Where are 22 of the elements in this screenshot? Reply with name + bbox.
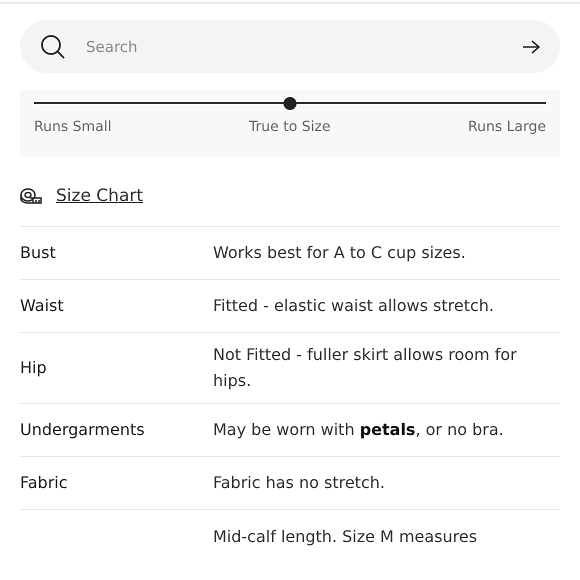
detail-label: Bust bbox=[20, 242, 57, 264]
size-chart-link[interactable]: Size Chart bbox=[56, 186, 144, 206]
detail-label: Waist bbox=[20, 295, 65, 317]
arrow-right-icon[interactable] bbox=[522, 40, 540, 54]
detail-label: Undergarments bbox=[20, 419, 146, 441]
detail-value: Fabric has no stretch. bbox=[213, 472, 386, 494]
fit-label: Runs Small bbox=[34, 119, 112, 135]
detail-label: Fabric bbox=[20, 472, 69, 494]
detail-value: Mid-calf length. Size M measures bbox=[213, 526, 478, 548]
fit-slider[interactable] bbox=[34, 97, 546, 109]
detail-value: May be worn with petals, or no bra. bbox=[213, 419, 505, 441]
search-icon bbox=[40, 34, 66, 60]
detail-value: Fitted - elastic waist allows stretch. bbox=[213, 295, 496, 317]
tape-measure-icon bbox=[20, 187, 42, 205]
slider-thumb[interactable] bbox=[284, 97, 296, 110]
fit-label: True to Size bbox=[249, 119, 330, 135]
search-field[interactable]: Search bbox=[20, 20, 560, 73]
fit-label: Runs Large bbox=[468, 119, 546, 135]
detail-value: Not Fitted - fuller skirt allows room for hips. bbox=[213, 344, 518, 392]
search-input[interactable]: Search bbox=[84, 36, 504, 56]
detail-value: Works best for A to C cup sizes. bbox=[213, 242, 467, 264]
detail-label: Hip bbox=[20, 357, 48, 379]
